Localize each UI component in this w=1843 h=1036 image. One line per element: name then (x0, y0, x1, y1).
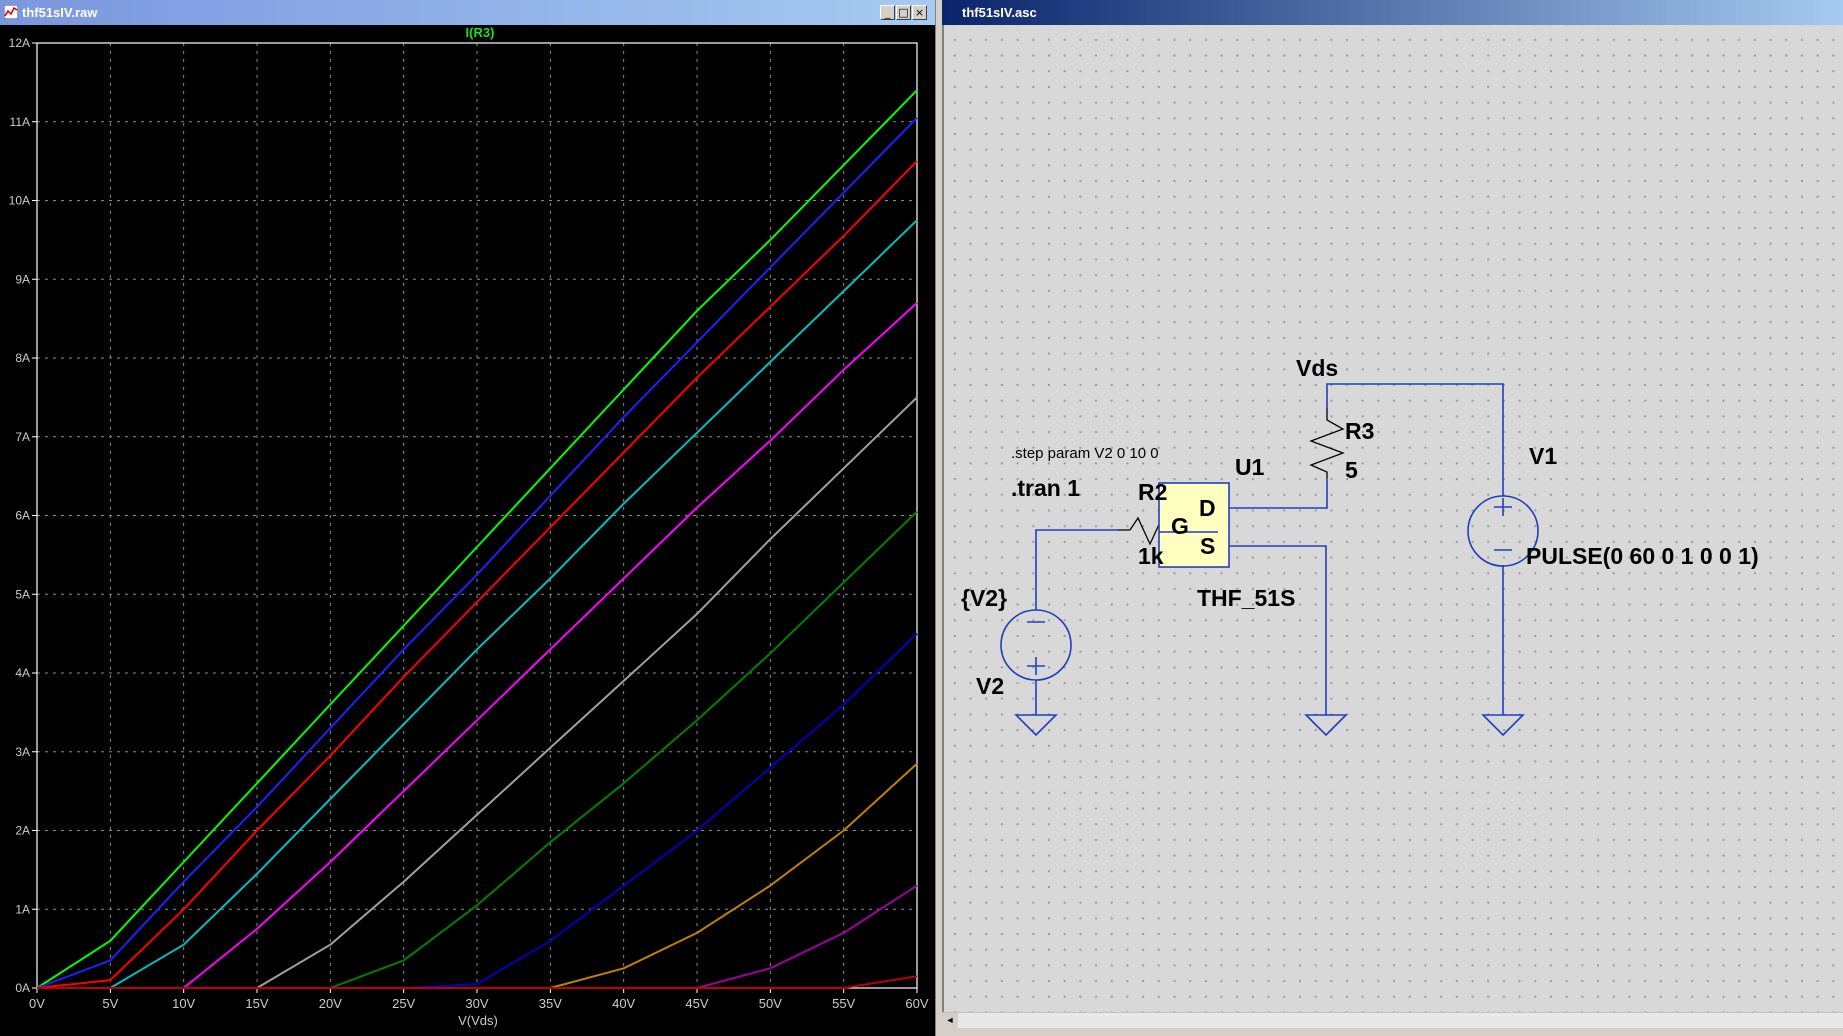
y-tick-label: 8A (15, 351, 30, 365)
plot-background (0, 25, 935, 1036)
wire-v2-to-r2[interactable] (1035, 529, 1118, 610)
v2-value-label[interactable]: {V2} (961, 585, 1007, 612)
x-tick-label: 55V (832, 996, 855, 1011)
x-tick-label: 35V (539, 996, 562, 1011)
y-tick-label: 11A (10, 115, 30, 129)
r2-name-label[interactable]: R2 (1138, 479, 1167, 506)
schematic-titlebar[interactable]: thf51sIV.asc (942, 0, 1843, 25)
x-tick-label: 30V (465, 996, 488, 1011)
waveform-window-title: thf51sIV.raw (22, 5, 98, 20)
scroll-left-arrow-icon[interactable]: ◄ (942, 1013, 958, 1028)
x-tick-label: 20V (319, 996, 342, 1011)
u1-model-label[interactable]: THF_51S (1197, 585, 1295, 612)
waveform-app-icon (4, 5, 18, 19)
y-tick-label: 9A (15, 272, 30, 286)
maximize-button[interactable]: □ (896, 5, 911, 20)
x-tick-label: 10V (172, 996, 195, 1011)
y-tick-label: 7A (15, 430, 30, 444)
y-tick-label: 4A (15, 666, 30, 680)
y-tick-label: 3A (15, 745, 30, 759)
step-directive[interactable]: .step param V2 0 10 0 (1011, 445, 1159, 462)
schematic-canvas[interactable]: Vds .step param V2 0 10 0 .tran 1 R2 1k … (942, 25, 1843, 1012)
schematic-drawing (1000, 383, 1539, 737)
wire-source-to-ground[interactable] (1288, 545, 1327, 715)
ground-symbol-u1 (1304, 714, 1348, 737)
v1-value-label[interactable]: PULSE(0 60 0 1 0 0 1) (1526, 543, 1759, 570)
window-splitter[interactable] (935, 0, 942, 1036)
waveform-window: thf51sIV.raw _ □ × 0V 5V 10V 15V 20V 25V 30V 35… (0, 0, 935, 1036)
resistor-r3[interactable] (1309, 408, 1345, 478)
y-tick-label: 0A (15, 981, 30, 995)
horizontal-scrollbar[interactable]: ◄ (942, 1012, 1843, 1028)
y-tick-label: 5A (15, 587, 30, 601)
y-tick-label: 2A (15, 824, 30, 838)
schematic-window: thf51sIV.asc Vds .step param V2 0 10 0 .… (942, 0, 1843, 1036)
u1-pin-s: S (1200, 533, 1216, 559)
y-tick-label: 12A (9, 36, 30, 50)
close-button[interactable]: × (912, 5, 927, 20)
schematic-window-title: thf51sIV.asc (962, 5, 1037, 20)
net-label-vds[interactable]: Vds (1296, 355, 1338, 382)
waveform-titlebar[interactable]: thf51sIV.raw _ □ × (0, 0, 935, 25)
x-tick-label: 40V (612, 996, 635, 1011)
x-tick-label: 45V (685, 996, 708, 1011)
x-tick-label: 50V (759, 996, 782, 1011)
ground-symbol-v2 (1014, 714, 1058, 737)
waveform-plot[interactable]: 0V 5V 10V 15V 20V 25V 30V 35V 40V 45V 50V 55V 60V 0A 1… (0, 25, 935, 1036)
y-tick-label: 6A (15, 509, 30, 523)
voltage-source-v2[interactable] (1000, 609, 1072, 706)
u1-pin-g: G (1171, 513, 1189, 539)
r3-name-label[interactable]: R3 (1345, 418, 1374, 445)
trace-label-ir3[interactable]: I(R3) (440, 25, 520, 40)
x-axis-label: V(Vds) (458, 1013, 498, 1028)
u1-pin-d: D (1199, 495, 1216, 521)
v2-name-label[interactable]: V2 (976, 673, 1004, 700)
x-tick-label: 25V (392, 996, 415, 1011)
tran-directive[interactable]: .tran 1 (1011, 475, 1080, 502)
v1-name-label[interactable]: V1 (1529, 443, 1557, 470)
x-tick-label: 15V (245, 996, 268, 1011)
y-tick-label: 10A (9, 194, 30, 208)
ground-symbol-v1 (1481, 714, 1525, 737)
y-tick-label: 1A (15, 902, 30, 916)
x-tick-label: 0V (29, 996, 45, 1011)
wire-r3-to-drain[interactable] (1288, 478, 1328, 509)
u1-component[interactable] (1158, 482, 1230, 568)
minimize-button[interactable]: _ (880, 5, 895, 20)
r2-value-label[interactable]: 1k (1138, 543, 1164, 570)
x-tick-label: 5V (102, 996, 118, 1011)
r3-value-label[interactable]: 5 (1345, 457, 1358, 484)
x-tick-label: 60V (905, 996, 928, 1011)
u1-name-label[interactable]: U1 (1235, 454, 1264, 481)
